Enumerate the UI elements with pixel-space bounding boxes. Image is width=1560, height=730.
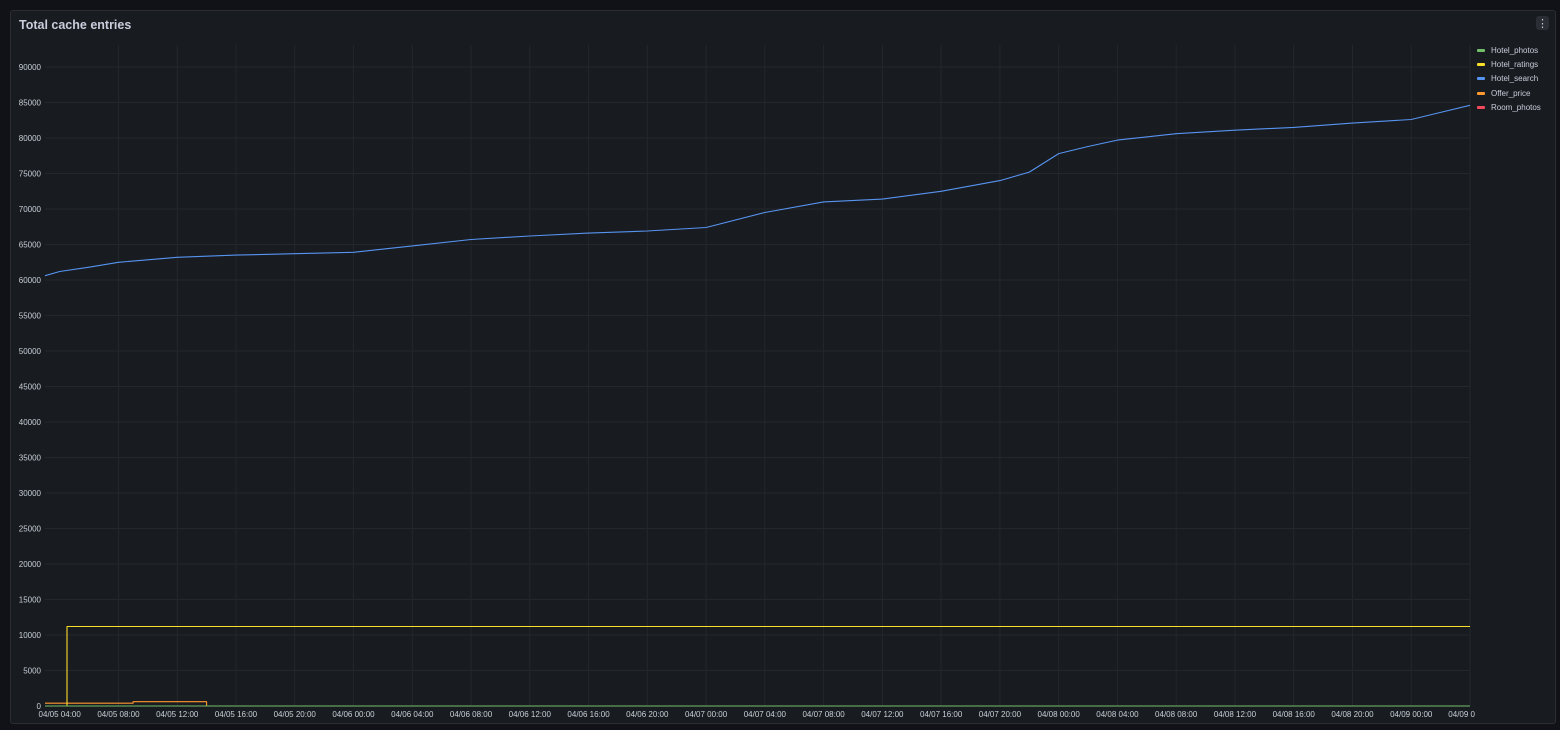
legend: Hotel_photos Hotel_ratings Hotel_search Off… bbox=[1477, 43, 1541, 115]
legend-swatch bbox=[1477, 48, 1485, 52]
y-tick-label: 5000 bbox=[23, 667, 41, 676]
y-tick-label: 60000 bbox=[19, 276, 42, 285]
y-tick-label: 25000 bbox=[19, 525, 42, 534]
legend-swatch bbox=[1477, 77, 1485, 81]
x-tick-label: 04/05 12:00 bbox=[156, 710, 199, 719]
y-tick-label: 35000 bbox=[19, 454, 42, 463]
legend-item-room-photos[interactable]: Room_photos bbox=[1477, 101, 1541, 115]
legend-swatch bbox=[1477, 91, 1485, 95]
y-tick-label: 90000 bbox=[19, 63, 42, 72]
x-tick-label: 04/06 00:00 bbox=[332, 710, 375, 719]
y-tick-label: 15000 bbox=[19, 596, 42, 605]
x-tick-label: 04/08 04:00 bbox=[1096, 710, 1139, 719]
x-tick-label: 04/06 08:00 bbox=[450, 710, 493, 719]
x-tick-label: 04/07 20:00 bbox=[979, 710, 1022, 719]
legend-label: Offer_price bbox=[1491, 88, 1531, 98]
legend-label: Room_photos bbox=[1491, 103, 1541, 113]
y-tick-label: 40000 bbox=[19, 418, 42, 427]
legend-item-hotel-ratings[interactable]: Hotel_ratings bbox=[1477, 57, 1541, 71]
x-tick-label: 04/08 08:00 bbox=[1155, 710, 1198, 719]
y-tick-label: 30000 bbox=[19, 489, 42, 498]
x-tick-label: 04/07 12:00 bbox=[861, 710, 904, 719]
x-tick-label: 04/06 20:00 bbox=[626, 710, 669, 719]
x-tick-label: 04/05 08:00 bbox=[97, 710, 140, 719]
y-tick-label: 10000 bbox=[19, 631, 42, 640]
series-line-hotel-search bbox=[44, 104, 1471, 277]
legend-label: Hotel_ratings bbox=[1491, 60, 1539, 70]
x-tick-label: 04/06 16:00 bbox=[567, 710, 610, 719]
y-tick-label: 45000 bbox=[19, 383, 42, 392]
x-tick-label: 04/06 04:00 bbox=[391, 710, 434, 719]
legend-item-offer-price[interactable]: Offer_price bbox=[1477, 86, 1541, 100]
x-tick-label: 04/08 12:00 bbox=[1214, 710, 1257, 719]
y-tick-label: 70000 bbox=[19, 205, 42, 214]
line-chart: 0500010000150002000025000300003500040000… bbox=[19, 45, 1476, 719]
x-tick-label: 04/08 16:00 bbox=[1273, 710, 1316, 719]
x-tick-label: 04/08 20:00 bbox=[1331, 710, 1374, 719]
legend-item-hotel-photos[interactable]: Hotel_photos bbox=[1477, 43, 1541, 57]
series-line-offer-price bbox=[45, 701, 1470, 707]
x-tick-label: 04/05 04:00 bbox=[39, 710, 82, 719]
x-tick-label: 04/05 20:00 bbox=[274, 710, 317, 719]
y-tick-label: 85000 bbox=[19, 99, 42, 108]
x-tick-label: 04/09 0 bbox=[1448, 710, 1475, 719]
legend-label: Hotel_search bbox=[1491, 74, 1539, 84]
x-tick-label: 04/08 00:00 bbox=[1038, 710, 1081, 719]
legend-label: Hotel_photos bbox=[1491, 45, 1539, 55]
y-tick-label: 80000 bbox=[19, 134, 42, 143]
x-tick-label: 04/07 16:00 bbox=[920, 710, 963, 719]
y-tick-label: 50000 bbox=[19, 347, 42, 356]
x-tick-label: 04/07 08:00 bbox=[802, 710, 845, 719]
x-tick-label: 04/07 04:00 bbox=[744, 710, 787, 719]
y-tick-label: 20000 bbox=[19, 560, 42, 569]
legend-item-hotel-search[interactable]: Hotel_search bbox=[1477, 72, 1541, 86]
x-tick-label: 04/07 00:00 bbox=[685, 710, 728, 719]
y-tick-label: 65000 bbox=[19, 241, 42, 250]
y-tick-label: 75000 bbox=[19, 170, 42, 179]
x-tick-label: 04/09 00:00 bbox=[1390, 710, 1433, 719]
series-line-hotel-ratings bbox=[45, 625, 1470, 707]
x-tick-label: 04/05 16:00 bbox=[215, 710, 258, 719]
y-tick-label: 55000 bbox=[19, 312, 42, 321]
legend-swatch bbox=[1477, 106, 1485, 110]
legend-swatch bbox=[1477, 63, 1485, 67]
x-tick-label: 04/06 12:00 bbox=[509, 710, 552, 719]
